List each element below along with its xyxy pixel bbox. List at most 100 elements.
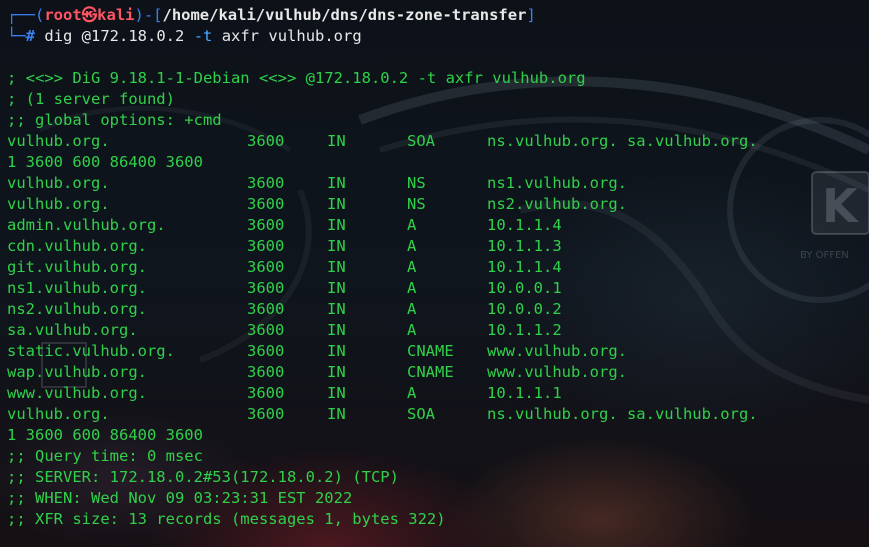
record-data: 10.1.1.2 [487, 321, 562, 339]
record-data: 10.1.1.4 [487, 216, 562, 234]
record-ttl: 3600 [247, 216, 285, 234]
record-type: NS [407, 174, 426, 192]
record-ttl: 3600 [247, 405, 285, 423]
record-name: admin.vulhub.org. [7, 216, 166, 234]
prompt-corner-bottom: └─ [7, 27, 26, 45]
record-name: vulhub.org. [7, 405, 110, 423]
record-name: sa.vulhub.org. [7, 321, 138, 339]
record-type: CNAME [407, 342, 454, 360]
record-class: IN [327, 342, 346, 360]
record-type: A [407, 258, 417, 276]
record-name: vulhub.org. [7, 174, 110, 192]
record-type: A [407, 321, 417, 339]
output-footer-line: ;; SERVER: 172.18.0.2#53(172.18.0.2) (TC… [7, 468, 399, 486]
record-ttl: 3600 [247, 237, 285, 255]
record-type: A [407, 279, 417, 297]
record-data: ns1.vulhub.org. [487, 174, 627, 192]
record-data: www.vulhub.org. [487, 342, 627, 360]
record-data: ns2.vulhub.org. [487, 195, 627, 213]
record-ttl: 3600 [247, 132, 285, 150]
prompt-separator: )-[ [134, 6, 163, 24]
record-class: IN [327, 195, 346, 213]
record-name: cdn.vulhub.org. [7, 237, 147, 255]
record-data: 10.0.0.2 [487, 300, 562, 318]
dns-record-row: static.vulhub.org. 3600 IN CNAME www.vulhub.… [7, 341, 869, 362]
record-data: 10.1.1.1 [487, 384, 562, 402]
dns-record-row: ns1.vulhub.org. 3600 IN A 10.0.0.1 [7, 278, 869, 299]
record-type: A [407, 216, 417, 234]
record-class: IN [327, 363, 346, 381]
record-ttl: 3600 [247, 363, 285, 381]
record-type: SOA [407, 405, 435, 423]
dns-record-row: sa.vulhub.org. 3600 IN A 10.1.1.2 [7, 320, 869, 341]
record-class: IN [327, 321, 346, 339]
record-name: vulhub.org. [7, 195, 110, 213]
record-name: ns1.vulhub.org. [7, 279, 147, 297]
record-data: 10.0.0.1 [487, 279, 562, 297]
record-data: ns.vulhub.org. sa.vulhub.org. [487, 132, 758, 150]
dns-record-row: vulhub.org. 3600 IN SOA ns.vulhub.org. sa.vu… [7, 131, 869, 152]
record-class: IN [327, 258, 346, 276]
dns-record-row: www.vulhub.org. 3600 IN A 10.1.1.1 [7, 383, 869, 404]
dns-record-row: vulhub.org. 3600 IN SOA ns.vulhub.org. sa.vu… [7, 404, 869, 425]
dns-record-row: admin.vulhub.org. 3600 IN A 10.1.1.4 [7, 215, 869, 236]
record-name: static.vulhub.org. [7, 342, 175, 360]
record-data: 10.1.1.4 [487, 258, 562, 276]
dns-record-row: wap.vulhub.org. 3600 IN CNAME www.vulhub.org… [7, 362, 869, 383]
dns-record-row: cdn.vulhub.org. 3600 IN A 10.1.1.3 [7, 236, 869, 257]
soa-continuation-line: 1 3600 600 86400 3600 [7, 426, 203, 444]
prompt-bracket-end: ] [526, 6, 536, 24]
output-footer-line: ;; Query time: 0 msec [7, 447, 203, 465]
command-option: -t [193, 27, 213, 45]
record-class: IN [327, 384, 346, 402]
record-class: IN [327, 216, 346, 234]
record-ttl: 3600 [247, 258, 285, 276]
record-ttl: 3600 [247, 384, 285, 402]
soa-continuation-line: 1 3600 600 86400 3600 [7, 153, 203, 171]
prompt-user-host: root㉿kali [44, 6, 135, 24]
record-class: IN [327, 279, 346, 297]
command-text: dig @172.18.0.2 [44, 27, 185, 45]
record-data: www.vulhub.org. [487, 363, 627, 381]
record-name: vulhub.org. [7, 132, 110, 150]
record-type: A [407, 300, 417, 318]
record-type: CNAME [407, 363, 454, 381]
record-data: 10.1.1.3 [487, 237, 562, 255]
record-type: A [407, 384, 417, 402]
prompt-cwd: /home/kali/vulhub/dns/dns-zone-transfer [162, 6, 527, 24]
prompt-hash: # [25, 27, 36, 45]
dns-record-row: git.vulhub.org. 3600 IN A 10.1.1.4 [7, 257, 869, 278]
output-header-line: ; (1 server found) [7, 90, 175, 108]
record-class: IN [327, 300, 346, 318]
record-ttl: 3600 [247, 174, 285, 192]
record-name: git.vulhub.org. [7, 258, 147, 276]
record-type: SOA [407, 132, 435, 150]
output-header-line: ;; global options: +cmd [7, 111, 222, 129]
record-ttl: 3600 [247, 342, 285, 360]
dns-record-row: vulhub.org. 3600 IN NS ns2.vulhub.org. [7, 194, 869, 215]
dns-record-row: ns2.vulhub.org. 3600 IN A 10.0.0.2 [7, 299, 869, 320]
prompt-corner-top: ┌──( [7, 6, 45, 24]
record-type: NS [407, 195, 426, 213]
record-ttl: 3600 [247, 300, 285, 318]
record-ttl: 3600 [247, 195, 285, 213]
record-type: A [407, 237, 417, 255]
prompt-line-1: ┌──(root㉿kali)-[/home/kali/vulhub/dns/dn… [7, 5, 869, 26]
output-footer-line: ;; XFR size: 13 records (messages 1, byt… [7, 510, 446, 528]
output-header-line: ; <<>> DiG 9.18.1-1-Debian <<>> @172.18.… [7, 69, 586, 87]
record-data: ns.vulhub.org. sa.vulhub.org. [487, 405, 758, 423]
terminal-output[interactable]: ┌──(root㉿kali)-[/home/kali/vulhub/dns/dn… [7, 5, 869, 530]
record-ttl: 3600 [247, 279, 285, 297]
record-ttl: 3600 [247, 321, 285, 339]
prompt-line-2: └─# dig @172.18.0.2 -t axfr vulhub.org [7, 26, 869, 47]
record-class: IN [327, 237, 346, 255]
command-args: axfr vulhub.org [221, 27, 362, 45]
record-class: IN [327, 405, 346, 423]
output-footer-line: ;; WHEN: Wed Nov 09 03:23:31 EST 2022 [7, 489, 353, 507]
record-class: IN [327, 132, 346, 150]
record-class: IN [327, 174, 346, 192]
record-name: ns2.vulhub.org. [7, 300, 147, 318]
dns-record-row: vulhub.org. 3600 IN NS ns1.vulhub.org. [7, 173, 869, 194]
record-name: wap.vulhub.org. [7, 363, 147, 381]
